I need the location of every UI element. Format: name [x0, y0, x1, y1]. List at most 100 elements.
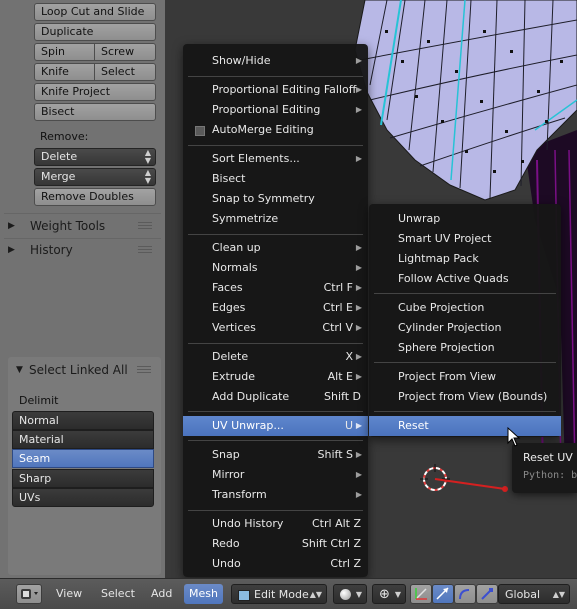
menu-separator — [374, 411, 556, 412]
menu-separator — [188, 76, 363, 77]
select-menu[interactable]: Select — [96, 584, 140, 604]
orientation-label: Global — [505, 588, 541, 601]
menu-separator — [374, 362, 556, 363]
select-linked-all-header[interactable]: ▼ Select Linked All — [16, 360, 155, 380]
menu-item-mirror[interactable]: Mirror ▶ — [183, 465, 368, 485]
mode-selector[interactable]: Edit Mode ▲▼ — [231, 584, 327, 604]
delimit-option-normal[interactable]: Normal — [12, 411, 154, 430]
operator-redo-panel: ▼ Select Linked All Delimit Normal Mater… — [0, 352, 165, 578]
menu-item-redo[interactable]: Redo Shift Ctrl Z — [183, 534, 368, 554]
knife-button[interactable]: Knife — [34, 63, 95, 81]
menu-item-project-from-view-bounds[interactable]: Project from View (Bounds) — [369, 387, 561, 407]
merge-dropdown[interactable]: Merge ▲ ▼ — [34, 168, 156, 186]
loop-cut-button[interactable]: Loop Cut and Slide — [34, 3, 156, 21]
menu-item-smart-uv-project[interactable]: Smart UV Project — [369, 229, 561, 249]
updown-icon: ▲▼ — [309, 590, 322, 599]
merge-dropdown-label: Merge — [41, 170, 76, 183]
translate-icon — [436, 587, 449, 600]
delimit-label: Delimit — [19, 394, 59, 407]
translate-toggle[interactable] — [432, 584, 454, 604]
rotate-toggle[interactable] — [454, 584, 476, 604]
updown-icon: ▼ — [355, 590, 362, 599]
menu-item-uv-unwrap[interactable]: UV Unwrap... U ▶ — [183, 416, 368, 436]
tooltip-python: Python: b — [523, 470, 577, 481]
menu-item-follow-active-quads[interactable]: Follow Active Quads — [369, 269, 561, 289]
menu-item-undo[interactable]: Undo Ctrl Z — [183, 554, 368, 574]
pivot-icon: ⊕ — [379, 587, 390, 602]
delete-dropdown[interactable]: Delete ▲ ▼ — [34, 148, 156, 166]
chevron-right-icon: ▶ — [355, 243, 362, 252]
view-menu[interactable]: View — [51, 584, 87, 604]
menu-item-show-hide[interactable]: Show/Hide ▶ — [183, 51, 368, 71]
bisect-button[interactable]: Bisect — [34, 103, 156, 121]
transform-orientation-selector[interactable]: Global ▲▼ — [498, 584, 570, 604]
chevron-right-icon: ▶ — [355, 470, 362, 479]
menu-separator — [188, 343, 363, 344]
remove-doubles-button[interactable]: Remove Doubles — [34, 188, 156, 206]
menu-item-bisect[interactable]: Bisect — [183, 169, 368, 189]
history-label: History — [30, 243, 73, 257]
chevron-right-icon: ▶ — [355, 323, 362, 332]
menu-item-reset[interactable]: Reset — [369, 416, 561, 436]
menu-item-normals[interactable]: Normals ▶ — [183, 258, 368, 278]
menu-item-sphere-projection[interactable]: Sphere Projection — [369, 338, 561, 358]
spin-button[interactable]: Spin — [34, 43, 95, 61]
pivot-point-selector[interactable]: ⊕ ▼ — [372, 584, 406, 604]
menu-separator — [188, 440, 363, 441]
menu-item-vertices[interactable]: Vertices Ctrl V ▶ — [183, 318, 368, 338]
chevron-right-icon: ▶ — [355, 105, 362, 114]
rotate-icon — [459, 589, 470, 600]
chevron-right-icon: ▶ — [355, 283, 362, 292]
history-panel-header[interactable]: ▶ History — [8, 240, 156, 260]
knife-select-button[interactable]: Select — [94, 63, 156, 81]
screw-button[interactable]: Screw — [94, 43, 156, 61]
menu-item-proportional-editing[interactable]: Proportional Editing ▶ — [183, 100, 368, 120]
updown-icon: ▼ — [394, 590, 401, 599]
menu-item-cube-projection[interactable]: Cube Projection — [369, 298, 561, 318]
drag-grip-icon[interactable] — [137, 366, 151, 373]
menu-item-faces[interactable]: Faces Ctrl F ▶ — [183, 278, 368, 298]
weight-tools-panel-header[interactable]: ▶ Weight Tools — [8, 216, 156, 236]
menu-item-symmetrize[interactable]: Symmetrize — [183, 209, 368, 229]
menu-item-snap[interactable]: Snap Shift S ▶ — [183, 445, 368, 465]
manipulator-toggle[interactable] — [410, 584, 432, 604]
menu-item-unwrap[interactable]: Unwrap — [369, 209, 561, 229]
chevron-right-icon: ▶ — [355, 85, 362, 94]
menu-item-edges[interactable]: Edges Ctrl E ▶ — [183, 298, 368, 318]
menu-item-undo-history[interactable]: Undo History Ctrl Alt Z — [183, 514, 368, 534]
delimit-option-uvs[interactable]: UVs — [12, 488, 154, 507]
chevron-right-icon: ▶ — [355, 263, 362, 272]
menu-separator — [188, 234, 363, 235]
menu-item-clean-up[interactable]: Clean up ▶ — [183, 238, 368, 258]
delete-dropdown-label: Delete — [41, 150, 78, 163]
duplicate-button[interactable]: Duplicate — [34, 23, 156, 41]
menu-item-snap-to-symmetry[interactable]: Snap to Symmetry — [183, 189, 368, 209]
menu-item-sort-elements[interactable]: Sort Elements... ▶ — [183, 149, 368, 169]
menu-separator — [374, 293, 556, 294]
viewport-shading-selector[interactable]: ▼ — [333, 584, 367, 604]
delimit-option-seam[interactable]: Seam — [12, 449, 154, 468]
mesh-menu-button[interactable]: Mesh — [184, 584, 223, 604]
menu-item-proportional-editing-falloff[interactable]: Proportional Editing Falloff ▶ — [183, 80, 368, 100]
remove-label: Remove: — [40, 130, 89, 143]
drag-grip-icon[interactable] — [138, 222, 152, 229]
menu-item-project-from-view[interactable]: Project From View — [369, 367, 561, 387]
checkbox-icon[interactable] — [195, 126, 205, 136]
menu-item-lightmap-pack[interactable]: Lightmap Pack — [369, 249, 561, 269]
manipulator-icon — [415, 588, 427, 600]
menu-item-extrude[interactable]: Extrude Alt E ▶ — [183, 367, 368, 387]
editor-type-button[interactable] — [16, 584, 42, 604]
menu-item-cylinder-projection[interactable]: Cylinder Projection — [369, 318, 561, 338]
drag-grip-icon[interactable] — [138, 246, 152, 253]
delimit-option-material[interactable]: Material — [12, 430, 154, 449]
menu-item-add-duplicate[interactable]: Add Duplicate Shift D — [183, 387, 368, 407]
scale-toggle[interactable] — [476, 584, 498, 604]
knife-project-button[interactable]: Knife Project — [34, 83, 156, 101]
menu-item-automerge-editing[interactable]: AutoMerge Editing — [183, 120, 368, 140]
3d-view-header: View Select Add Mesh Edit Mode ▲▼ ▼ ⊕ ▼ — [0, 578, 577, 609]
add-menu[interactable]: Add — [146, 584, 177, 604]
delimit-option-sharp[interactable]: Sharp — [12, 469, 154, 488]
editor-type-icon — [21, 589, 38, 599]
menu-item-delete[interactable]: Delete X ▶ — [183, 347, 368, 367]
menu-item-transform[interactable]: Transform ▶ — [183, 485, 368, 505]
